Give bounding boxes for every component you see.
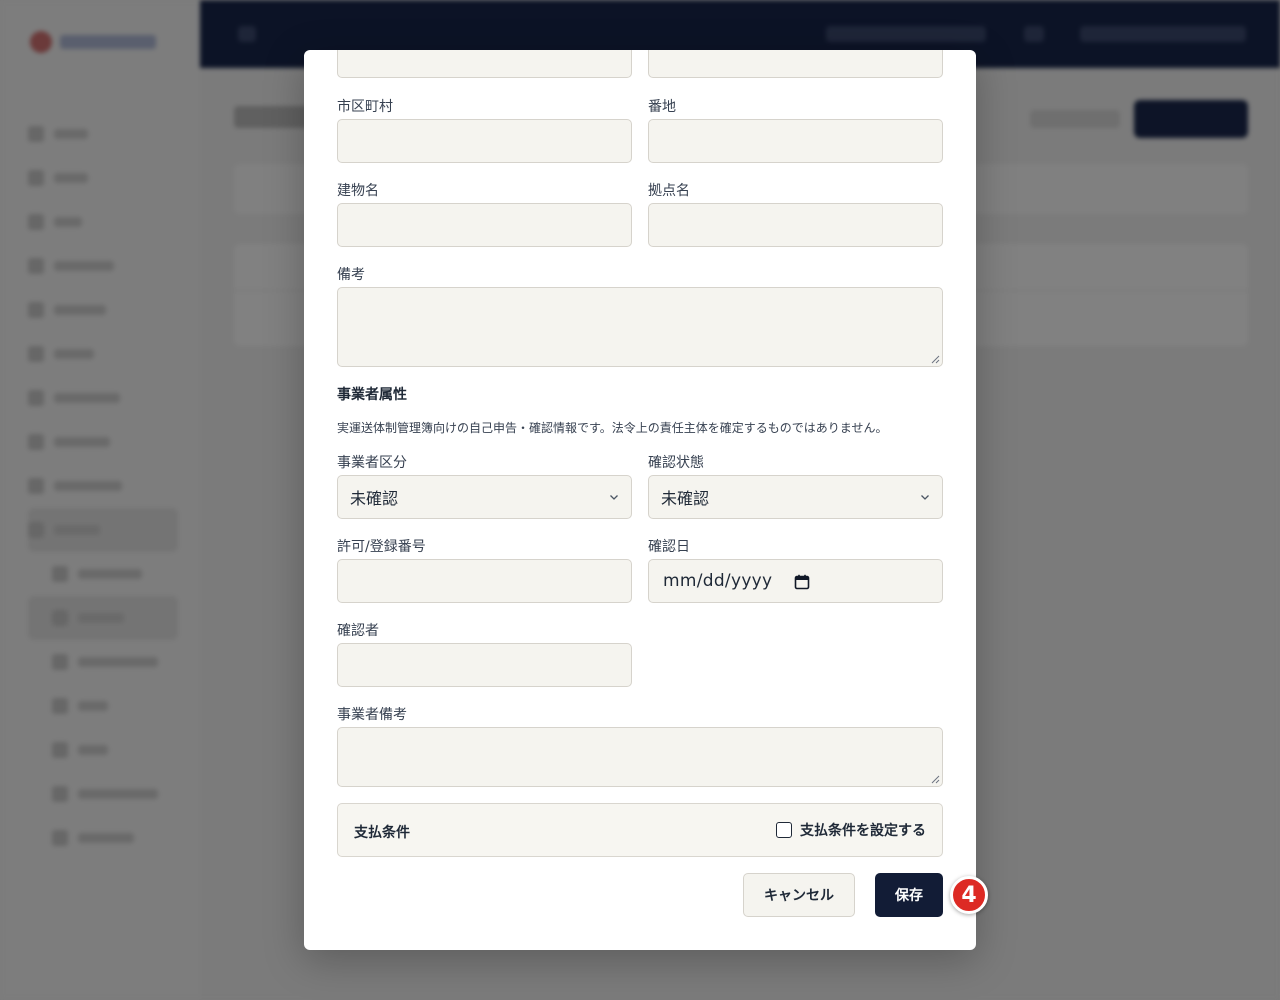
base-input[interactable]: [648, 203, 943, 247]
operator-notes-label: 事業者備考: [337, 707, 407, 723]
street-input[interactable]: [648, 119, 943, 163]
confirm-date-placeholder: mm/dd/yyyy: [663, 571, 773, 591]
confirm-date-label: 確認日: [648, 539, 690, 555]
payment-terms-toggle[interactable]: 支払条件を設定する: [776, 820, 926, 840]
payment-terms-section: 支払条件 支払条件を設定する: [337, 803, 943, 857]
city-label: 市区町村: [337, 99, 393, 115]
save-button[interactable]: 保存: [875, 873, 943, 917]
payment-terms-checkbox-label[interactable]: 支払条件を設定する: [800, 820, 926, 840]
city-input[interactable]: [337, 119, 632, 163]
operator-attributes-description: 実運送体制管理簿向けの自己申告・確認情報です。法令上の責任主体を確定するものでは…: [337, 421, 888, 435]
chevron-down-icon: [610, 495, 618, 500]
license-number-input[interactable]: [337, 559, 632, 603]
operator-attributes-title: 事業者属性: [337, 387, 407, 403]
license-number-label: 許可/登録番号: [337, 539, 426, 555]
resize-grip-icon[interactable]: [931, 775, 940, 784]
confirm-date-input[interactable]: mm/dd/yyyy: [648, 559, 943, 603]
payment-terms-title: 支払条件: [354, 825, 410, 841]
notes-textarea[interactable]: [337, 287, 943, 367]
edit-modal: 市区町村 番地 建物名 拠点名 備考 事業者属性 実運送体制管理簿向けの自己申告…: [304, 50, 976, 950]
confirm-status-select[interactable]: 未確認: [648, 475, 943, 519]
confirmer-label: 確認者: [337, 623, 379, 639]
step-marker-badge: 4: [950, 876, 988, 914]
building-label: 建物名: [337, 183, 379, 199]
confirmer-input[interactable]: [337, 643, 632, 687]
operator-notes-textarea[interactable]: [337, 727, 943, 787]
notes-label: 備考: [337, 267, 365, 283]
resize-grip-icon[interactable]: [931, 355, 940, 364]
prefecture-input[interactable]: [337, 50, 632, 78]
base-label: 拠点名: [648, 183, 690, 199]
building-input[interactable]: [337, 203, 632, 247]
calendar-icon[interactable]: [794, 574, 810, 590]
chevron-down-icon: [921, 495, 929, 500]
confirm-status-value: 未確認: [661, 489, 710, 508]
operator-category-select[interactable]: 未確認: [337, 475, 632, 519]
operator-category-value: 未確認: [350, 489, 399, 508]
postal-input[interactable]: [648, 50, 943, 78]
confirm-status-label: 確認状態: [648, 455, 704, 471]
cancel-button[interactable]: キャンセル: [743, 873, 855, 917]
street-label: 番地: [648, 99, 676, 115]
payment-terms-checkbox[interactable]: [776, 822, 792, 838]
operator-category-label: 事業者区分: [337, 455, 407, 471]
